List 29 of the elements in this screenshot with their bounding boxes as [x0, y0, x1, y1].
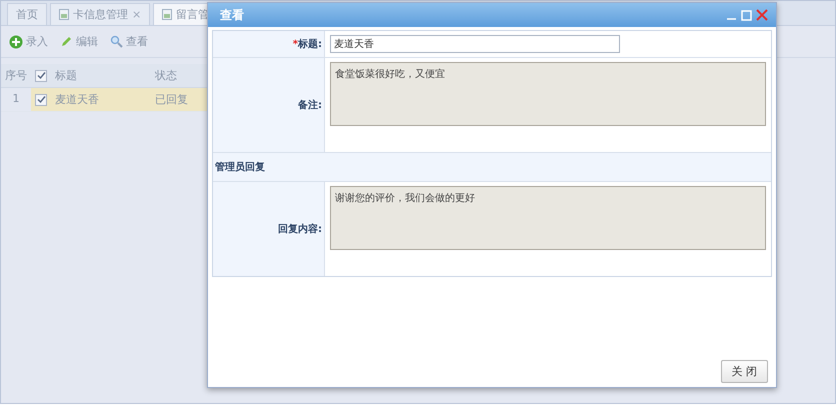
tab-label: 卡信息管理: [73, 7, 128, 22]
toolbar-button[interactable]: 查看: [110, 34, 148, 49]
field-label: 回复内容:: [213, 182, 325, 276]
field-label: *标题:: [213, 31, 325, 57]
column-header: 序号: [1, 64, 31, 88]
close-button[interactable]: 关 闭: [720, 360, 768, 383]
table-cell: 麦道天香: [51, 88, 151, 112]
tab-label: 首页: [16, 7, 38, 22]
toolbar-button[interactable]: 编辑: [60, 34, 98, 49]
column-header: 标题: [51, 64, 151, 88]
text-area[interactable]: 谢谢您的评价，我们会做的更好: [330, 186, 766, 250]
checkbox[interactable]: [35, 94, 47, 106]
title-input[interactable]: 麦道天香: [330, 35, 620, 53]
close-icon[interactable]: ×: [132, 8, 142, 21]
search-icon: [110, 35, 123, 48]
document-icon: [59, 9, 69, 20]
toolbar-button[interactable]: 录入: [9, 34, 48, 49]
dialog-title: 查看: [220, 6, 245, 24]
close-icon[interactable]: [756, 9, 768, 21]
field-label: 备注:: [213, 58, 325, 152]
maximize-icon[interactable]: [741, 10, 752, 20]
add-icon: [9, 34, 23, 48]
document-icon: [162, 9, 172, 20]
section-heading: 管理员回复: [213, 153, 771, 182]
checkbox[interactable]: [35, 70, 47, 82]
pencil-icon: [60, 35, 73, 48]
tab[interactable]: 卡信息管理 ×: [50, 3, 150, 25]
tab[interactable]: 首页: [7, 3, 47, 25]
text-area[interactable]: 食堂饭菜很好吃，又便宜: [330, 62, 766, 126]
